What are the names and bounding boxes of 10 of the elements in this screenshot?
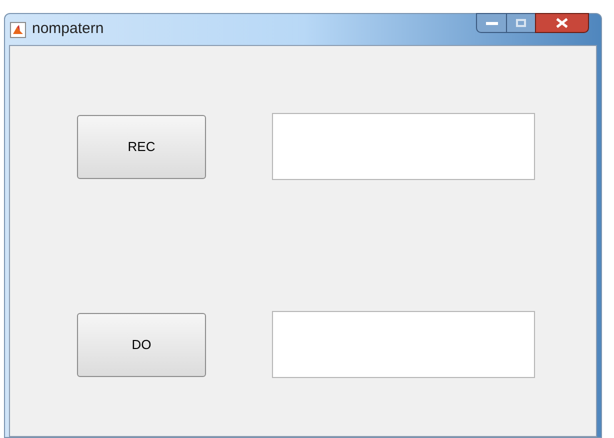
input-field[interactable] (272, 311, 535, 378)
minimize-button[interactable] (476, 13, 507, 33)
window-title: nompatern (32, 19, 104, 40)
close-button[interactable] (535, 13, 589, 33)
maximize-button[interactable] (507, 13, 535, 33)
push-button[interactable]: REC (77, 114, 206, 178)
input-field[interactable] (272, 113, 535, 180)
close-icon (556, 18, 568, 28)
push-button[interactable]: DO (77, 312, 206, 376)
app-icon (10, 22, 26, 38)
